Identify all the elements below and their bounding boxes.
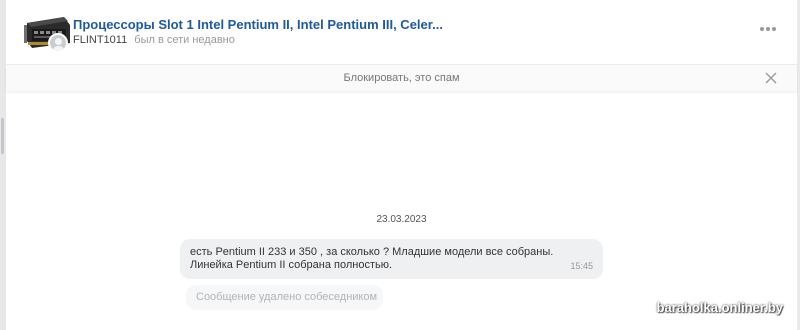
message-bubble: есть Pentium II 233 и 350 , за сколько ?…	[180, 239, 603, 279]
username-link[interactable]: FLINT1011	[73, 34, 127, 46]
spam-bar: Блокировать, это спам	[6, 64, 797, 91]
chat-header: Процессоры Slot 1 Intel Pentium II, Inte…	[6, 0, 797, 64]
deleted-message-text: Сообщение удалено собеседником	[196, 291, 378, 303]
listing-title-link[interactable]: Процессоры Slot 1 Intel Pentium II, Inte…	[73, 17, 443, 32]
site-watermark: baraholka.onliner.by	[656, 300, 783, 315]
avatar-head	[55, 38, 62, 45]
chat-panel: Процессоры Slot 1 Intel Pentium II, Inte…	[6, 0, 797, 330]
message-text: есть Pentium II 233 и 350 , за сколько ?…	[190, 246, 560, 272]
message-text-line-2: Линейка Pentium II собрана полностью.	[190, 259, 393, 271]
dot	[760, 27, 764, 31]
message-time: 15:45	[570, 261, 593, 271]
message-text-line-1: есть Pentium II 233 и 350 , за сколько ?…	[190, 246, 554, 258]
user-line: FLINT1011 был в сети недавно	[73, 34, 235, 46]
avatar-body	[52, 46, 65, 51]
more-horizontal-icon[interactable]	[760, 24, 778, 34]
dot	[766, 27, 770, 31]
left-scrollbar-thumb[interactable]	[1, 118, 4, 154]
user-avatar[interactable]	[48, 33, 68, 53]
date-separator: 23.03.2023	[376, 214, 427, 225]
close-icon[interactable]	[764, 71, 778, 85]
deleted-message-bubble: Сообщение удалено собеседником	[186, 285, 383, 310]
user-status: был в сети недавно	[134, 34, 235, 46]
dot	[772, 27, 776, 31]
block-spam-button[interactable]: Блокировать, это спам	[6, 72, 797, 84]
